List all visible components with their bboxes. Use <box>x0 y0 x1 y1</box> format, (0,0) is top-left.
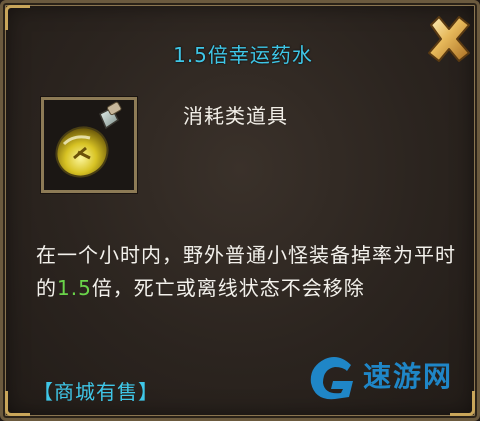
frame-corner-bottom-left <box>5 391 30 416</box>
potion-flask-icon <box>44 100 134 190</box>
item-icon-slot <box>41 97 137 193</box>
g-logo-icon <box>310 357 353 400</box>
shop-availability-label: 【商城有售】 <box>33 380 159 404</box>
item-tooltip-dialog: 1.5倍幸运药水 消耗类道具 在一个小时内，野外普通小怪装备掉率为平时的1.5倍… <box>0 0 480 421</box>
close-x-icon <box>428 16 470 62</box>
watermark: 速游网 <box>303 351 473 407</box>
description-text-2: 倍，死亡或离线状态不会移除 <box>91 276 365 300</box>
item-category: 消耗类道具 <box>183 104 288 128</box>
item-title: 1.5倍幸运药水 <box>173 43 313 67</box>
description-multiplier: 1.5 <box>57 276 92 300</box>
watermark-text: 速游网 <box>363 360 454 393</box>
frame-corner-top-left <box>5 5 30 30</box>
close-button[interactable] <box>421 11 477 67</box>
item-description: 在一个小时内，野外普通小怪装备掉率为平时的1.5倍，死亡或离线状态不会移除 <box>36 239 456 305</box>
